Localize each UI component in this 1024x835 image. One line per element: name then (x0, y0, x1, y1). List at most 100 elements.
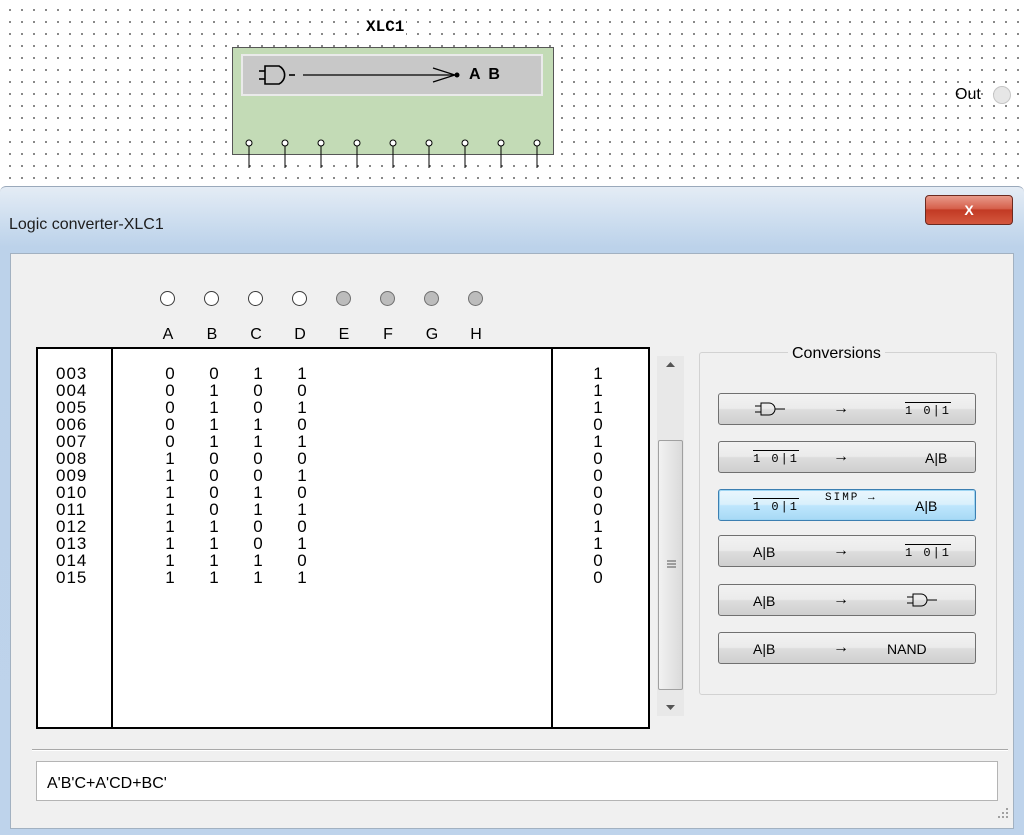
column-header-f: F (383, 326, 393, 343)
component-label: XLC1 (364, 18, 407, 36)
row-index: 005 (56, 398, 88, 417)
column-header-a: A (162, 326, 174, 343)
input-a-toggle[interactable] (160, 291, 175, 306)
row-index: 014 (56, 551, 88, 570)
row-index: 013 (56, 534, 88, 553)
gate-icon (905, 593, 939, 610)
cell-d: 1 (297, 534, 307, 553)
cell-c: 0 (253, 381, 263, 400)
window-title: Logic converter-XLC1 (9, 216, 164, 233)
input-g-toggle[interactable] (424, 291, 439, 306)
cell-a: 1 (165, 483, 175, 502)
cell-b: 1 (209, 551, 219, 570)
terminal-pin[interactable] (424, 138, 434, 168)
arrow-icon: → (833, 542, 849, 559)
gate-arrow-icon (259, 65, 460, 85)
truth-table-scrollbar[interactable] (657, 356, 684, 716)
scrollbar-thumb[interactable] (658, 440, 683, 690)
output-value-toggle[interactable]: 0 (588, 467, 608, 484)
cell-b: 0 (209, 364, 219, 383)
row-index: 006 (56, 415, 88, 434)
cell-c: 0 (253, 534, 263, 553)
row-index: 004 (56, 381, 88, 400)
cell-b: 0 (209, 449, 219, 468)
truth-table[interactable]: 003 0 0 1 1 1 004 0 1 0 0 1 005 0 1 0 1 1 006 0 1 1 0 0 007 0 1 1 1 1… (36, 347, 650, 729)
column-header-c: C (250, 326, 262, 343)
input-d-toggle[interactable] (292, 291, 307, 306)
input-h-toggle[interactable] (468, 291, 483, 306)
output-column-divider (551, 349, 553, 727)
arrow-icon: → (833, 400, 849, 417)
terminal-pin[interactable] (316, 138, 326, 168)
separator (32, 749, 1008, 751)
close-button[interactable]: X (925, 195, 1013, 225)
output-value-toggle[interactable]: 1 (588, 433, 608, 450)
cell-a: 0 (165, 381, 175, 400)
cell-b: 1 (209, 568, 219, 587)
resize-grip-icon[interactable] (996, 806, 1010, 820)
output-value-toggle[interactable]: 0 (588, 552, 608, 569)
output-value-toggle[interactable]: 1 (588, 365, 608, 382)
cell-b: 1 (209, 534, 219, 553)
cell-d: 1 (297, 432, 307, 451)
output-value-toggle[interactable]: 1 (588, 399, 608, 416)
cell-d: 0 (297, 415, 307, 434)
row-index: 012 (56, 517, 88, 536)
terminal-pin[interactable] (280, 138, 290, 168)
circuit-to-truth-table-button[interactable]: → 1 0|1 (718, 393, 976, 425)
component-display: A B (241, 54, 543, 96)
output-value-toggle[interactable]: 0 (588, 501, 608, 518)
input-f-toggle[interactable] (380, 291, 395, 306)
output-indicator (993, 86, 1011, 104)
truth-table-to-simplified-boolean-button[interactable]: 1 0|1 SIMP → A|B (718, 489, 976, 521)
input-c-toggle[interactable] (248, 291, 263, 306)
output-value-toggle[interactable]: 0 (588, 416, 608, 433)
column-header-b: B (206, 326, 218, 343)
cell-b: 0 (209, 500, 219, 519)
cell-a: 0 (165, 364, 175, 383)
terminal-pin[interactable] (532, 138, 542, 168)
cell-a: 1 (165, 551, 175, 570)
boolean-to-nand-button[interactable]: A|B → NAND (718, 632, 976, 664)
truth-table-to-boolean-button[interactable]: 1 0|1 → A|B (718, 441, 976, 473)
column-header-d: D (294, 326, 306, 343)
boolean-to-circuit-button[interactable]: A|B → (718, 584, 976, 616)
boolean-to-truth-table-button[interactable]: A|B → 1 0|1 (718, 535, 976, 567)
terminal-pin[interactable] (244, 138, 254, 168)
output-value-toggle[interactable]: 0 (588, 569, 608, 586)
cell-b: 0 (209, 466, 219, 485)
boolean-expression-field[interactable]: A'B'C+A'CD+BC' (36, 761, 998, 801)
cell-d: 1 (297, 398, 307, 417)
gate-icon (753, 402, 787, 419)
input-e-toggle[interactable] (336, 291, 351, 306)
terminal-pin[interactable] (388, 138, 398, 168)
schematic-canvas[interactable]: XLC1 A B (0, 0, 1024, 185)
terminal-pin[interactable] (352, 138, 362, 168)
cell-a: 0 (165, 398, 175, 417)
row-index: 011 (56, 500, 87, 519)
output-value-toggle[interactable]: 0 (588, 450, 608, 467)
row-index: 015 (56, 568, 88, 587)
cell-a: 1 (165, 517, 175, 536)
output-value-toggle[interactable]: 1 (588, 518, 608, 535)
cell-c: 1 (253, 483, 263, 502)
output-value-toggle[interactable]: 0 (588, 484, 608, 501)
terminal-pin[interactable] (496, 138, 506, 168)
cell-a: 1 (165, 534, 175, 553)
cell-b: 1 (209, 517, 219, 536)
cell-d: 0 (297, 381, 307, 400)
cell-d: 1 (297, 364, 307, 383)
column-header-h: H (470, 326, 482, 343)
cell-d: 0 (297, 483, 307, 502)
conversions-title: Conversions (788, 345, 885, 363)
cell-c: 1 (253, 568, 263, 587)
row-index: 003 (56, 364, 88, 383)
output-value-toggle[interactable]: 1 (588, 535, 608, 552)
output-label: Out (955, 86, 981, 103)
arrow-icon: → (833, 448, 849, 465)
output-value-toggle[interactable]: 1 (588, 382, 608, 399)
input-b-toggle[interactable] (204, 291, 219, 306)
row-index: 007 (56, 432, 88, 451)
cell-c: 0 (253, 466, 263, 485)
terminal-pin[interactable] (460, 138, 470, 168)
